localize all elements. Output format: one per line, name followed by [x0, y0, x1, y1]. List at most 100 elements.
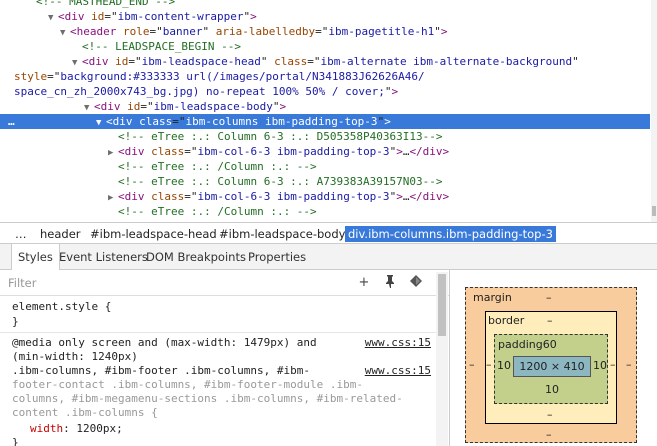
dom-token: ibm-leadspace-body: [153, 100, 273, 113]
css-property-value[interactable]: 1200px;: [70, 422, 122, 435]
dom-node-row[interactable]: <!-- eTree :.: Column 6-3 :.: D505358P40…: [0, 129, 650, 144]
element-style-selector[interactable]: element.style {: [12, 300, 111, 314]
dom-token: =": [307, 55, 321, 68]
dom-token: ibm-content-wrapper: [117, 10, 244, 23]
rule-selector-line2[interactable]: footer-contact .ibm-columns, #ibm-footer…: [12, 378, 363, 392]
dom-token: ": [384, 85, 392, 98]
rule-selector-line1[interactable]: .ibm-columns, #ibm-footer .ibm-columns, …: [12, 364, 310, 378]
element-style-close: }: [12, 315, 19, 328]
styles-filter-bar: +: [0, 270, 449, 296]
selected-node-menu-icon[interactable]: …: [8, 114, 15, 129]
dom-token: >: [396, 190, 403, 203]
dom-token: >: [250, 10, 257, 23]
breadcrumb-item-selected[interactable]: div.ibm-columns.ibm-padding-top-3: [345, 226, 556, 242]
dom-token: ibm-col-6-3 ibm-padding-top-3: [197, 190, 390, 203]
margin-bottom-value[interactable]: –: [546, 428, 552, 441]
tab-properties[interactable]: Properties: [242, 244, 312, 270]
elements-dom-tree[interactable]: <!-- MASTHEAD_END --> ▼ <div id="ibm-conte…: [0, 0, 657, 222]
media-query-line1: @media only screen and (max-width: 1479p…: [12, 336, 317, 349]
dom-token: =": [184, 145, 198, 158]
padding-bottom-value[interactable]: 10: [545, 383, 559, 396]
dom-node-row[interactable]: ▶ <div class="ibm-col-6-3 ibm-padding-top…: [0, 144, 650, 159]
dom-token: =": [315, 25, 329, 38]
padding-left-value[interactable]: 10: [497, 359, 511, 372]
media-source-link[interactable]: www.css:15: [365, 336, 431, 349]
dom-token: =": [104, 10, 118, 23]
rule-selector-line4[interactable]: content .ibm-columns {: [12, 406, 158, 420]
dom-node-row[interactable]: ▼ <header role="banner" aria-labelledby="…: [0, 24, 650, 39]
dom-token: ibm-leadspace-head: [141, 55, 261, 68]
tab-event-listeners[interactable]: Event Listeners: [53, 244, 154, 270]
dom-node-row[interactable]: <!-- eTree :.: /Column :.: -->: [0, 204, 650, 219]
dom-token: <div: [118, 145, 145, 158]
dom-node-row[interactable]: <!-- eTree :.: Column 6-3 :.: A739383A39…: [0, 174, 650, 189]
dom-token: ibm-columns ibm-padding-top-3: [185, 115, 378, 128]
border-right-value[interactable]: –: [610, 358, 616, 371]
margin-left-value[interactable]: –: [469, 358, 475, 371]
dom-token: ": [572, 55, 579, 68]
box-model-padding[interactable]: padding60 10 10 10 1200 × 410: [494, 334, 608, 404]
dom-token: ": [202, 25, 216, 38]
breadcrumb-item[interactable]: header: [37, 226, 84, 242]
styles-scrollbar[interactable]: [436, 272, 448, 446]
dom-token: =": [149, 25, 163, 38]
border-bottom-value[interactable]: –: [547, 408, 553, 421]
pin-icon[interactable]: [382, 274, 398, 292]
dom-token: <div: [94, 100, 121, 113]
breadcrumb-item[interactable]: #ibm-leadspace-body: [216, 226, 348, 242]
dom-node-row[interactable]: <!-- LEADSPACE_BEGIN -->: [0, 39, 650, 54]
breadcrumb-item[interactable]: …: [12, 226, 30, 242]
dom-token: role: [122, 25, 150, 38]
border-label: border: [488, 314, 525, 327]
dom-token: <div: [82, 55, 109, 68]
css-property-name[interactable]: width: [30, 422, 63, 435]
dom-token: background:#333333 url(/images/portal/N3…: [60, 70, 425, 83]
dom-token: </div>: [409, 190, 450, 203]
padding-label: padding60: [498, 338, 557, 351]
box-model-border[interactable]: border – – – – padding60 10 10 10 1200 ×…: [485, 311, 617, 424]
breadcrumb-item[interactable]: #ibm-leadspace-head: [87, 226, 220, 242]
tab-dom-breakpoints[interactable]: DOM Breakpoints: [140, 244, 252, 270]
dom-node-row[interactable]: ▼ <div id="ibm-content-wrapper">: [0, 9, 650, 24]
dom-node-row[interactable]: <!-- MASTHEAD_END -->: [0, 0, 650, 9]
dom-node-row[interactable]: style="background:#333333 url(/images/po…: [0, 69, 650, 84]
dom-node-row[interactable]: <!-- eTree :.: /Column :.: -->: [0, 159, 650, 174]
box-model-margin[interactable]: margin – – – – border – – – – padding60 …: [465, 287, 637, 443]
add-rule-icon[interactable]: +: [356, 274, 372, 292]
sidebar-tab-bar: Styles Event Listeners DOM Breakpoints Prop…: [0, 244, 657, 271]
element-breadcrumb: … header #ibm-leadspace-head #ibm-leadspace…: [0, 222, 657, 244]
rule-selector-line3[interactable]: columns, #ibm-megamenu-sections .ibm-col…: [12, 392, 403, 406]
toggle-element-state-icon[interactable]: [408, 274, 424, 292]
box-model-diagram: margin – – – – border – – – – padding60 …: [451, 270, 657, 446]
dom-node-row[interactable]: ▼ <div id="ibm-leadspace-body">: [0, 99, 650, 114]
css-property-width[interactable]: width: 1200px;: [30, 422, 123, 436]
margin-top-value[interactable]: –: [546, 291, 552, 304]
margin-right-value[interactable]: –: [626, 358, 632, 371]
styles-pane: + element.style { } @media only screen a…: [0, 270, 450, 446]
dom-node-row[interactable]: space_cn_zh_2000x743_bg.jpg) no-repeat 1…: [0, 84, 650, 99]
dom-scrollbar[interactable]: [651, 0, 657, 222]
dom-token: id: [91, 10, 105, 23]
dom-token: aria-labelledby: [215, 25, 316, 38]
dom-token: <!-- MASTHEAD_END -->: [36, 0, 176, 8]
dom-token: style: [14, 70, 48, 83]
dom-node-selected[interactable]: … ▼ <div class="ibm-columns ibm-padding-to…: [0, 114, 650, 129]
rule-close: }: [12, 436, 19, 446]
dom-token: <!-- eTree :.: Column 6-3 :.: D505358P40…: [118, 130, 443, 143]
box-model-content[interactable]: 1200 × 410: [513, 356, 591, 377]
styles-scrollbar-thumb[interactable]: [438, 274, 446, 336]
dom-token: id: [127, 100, 141, 113]
media-query-line2: (min-width: 1240px): [12, 350, 138, 363]
padding-right-value[interactable]: 10: [593, 359, 607, 372]
styles-filter-input[interactable]: [8, 275, 308, 291]
dom-node-row[interactable]: ▶ <div class="ibm-col-6-3 ibm-padding-top…: [0, 189, 650, 204]
dom-token: =": [172, 115, 186, 128]
dom-token: <div: [58, 10, 85, 23]
dom-token: banner: [162, 25, 203, 38]
border-top-value[interactable]: –: [547, 314, 553, 327]
border-left-value[interactable]: –: [486, 358, 492, 371]
dom-node-row[interactable]: ▼ <div id="ibm-leadspace-head" class="ibm…: [0, 54, 650, 69]
dom-scrollbar-thumb[interactable]: [652, 206, 656, 216]
rule-source-link[interactable]: www.css:15: [365, 364, 431, 377]
dom-token: <!-- LEADSPACE_BEGIN -->: [82, 40, 241, 53]
